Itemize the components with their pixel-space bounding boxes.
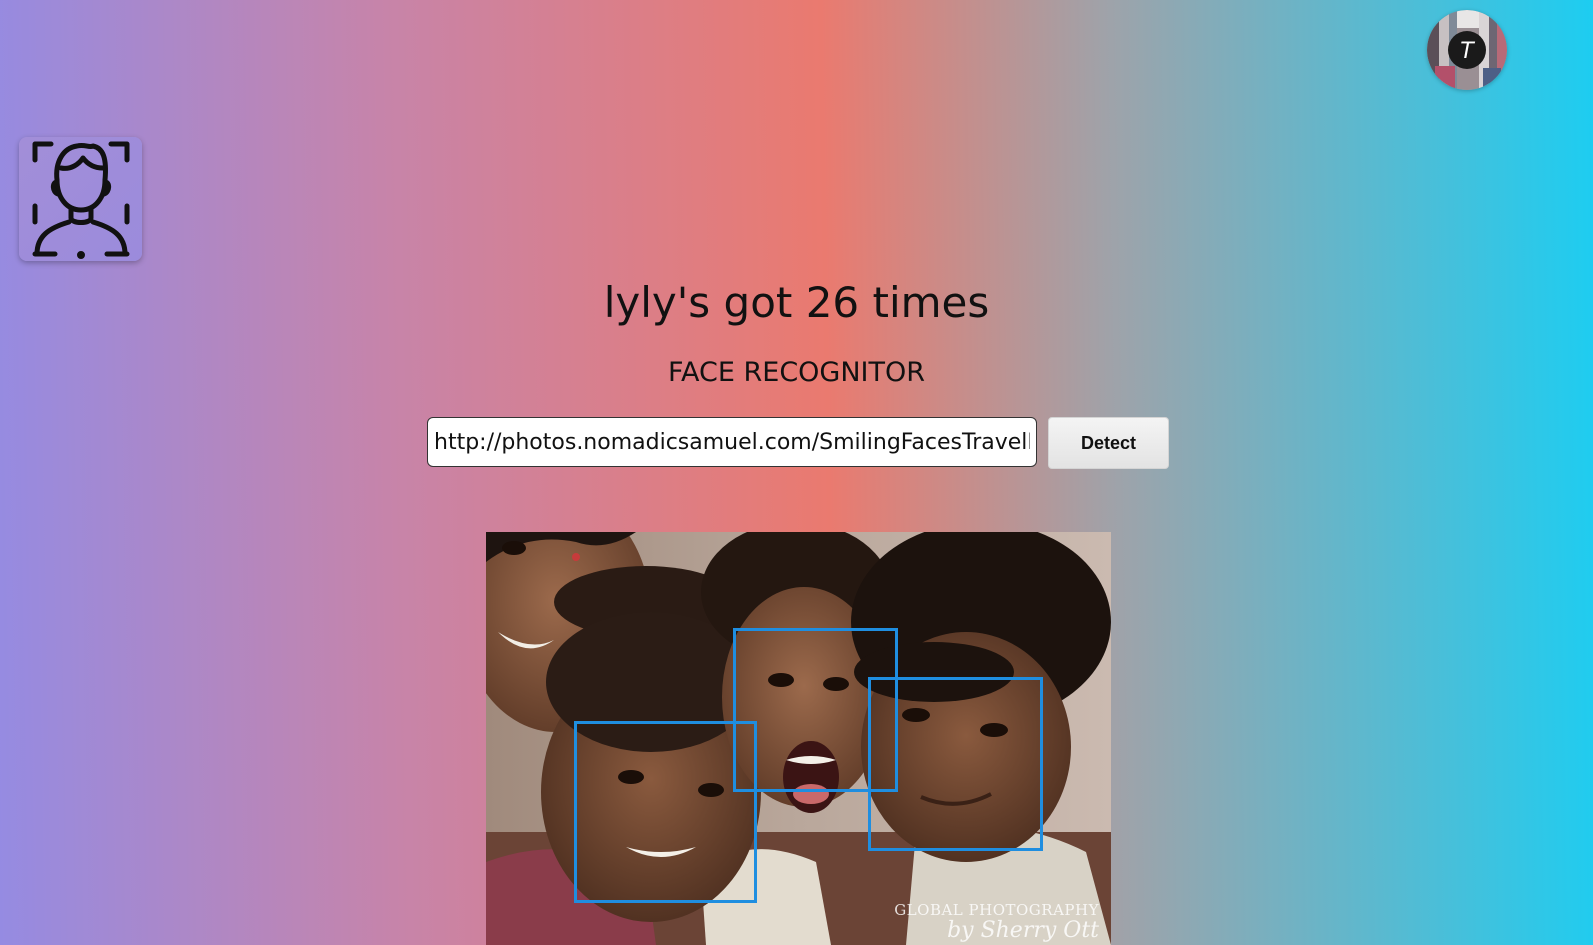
face-scan-icon: [32, 141, 129, 259]
image-url-input[interactable]: [427, 417, 1037, 467]
result-image: GLOBAL PHOTOGRAPHY by Sherry Ott: [486, 532, 1111, 945]
user-avatar-icon: T: [1427, 10, 1507, 90]
watermark-line-2: by Sherry Ott: [947, 917, 1099, 943]
app-subtitle: FACE RECOGNITOR: [667, 357, 926, 388]
watermark-line-1: GLOBAL PHOTOGRAPHY: [894, 901, 1099, 920]
detect-button[interactable]: Detect: [1048, 417, 1169, 469]
face-box-3: [574, 721, 757, 903]
face-scan-logo: [19, 137, 142, 261]
page-title: lyly's got 26 times: [603, 278, 990, 327]
photo-watermark: GLOBAL PHOTOGRAPHY by Sherry Ott: [894, 902, 1099, 943]
face-box-2: [868, 677, 1043, 851]
profile-avatar[interactable]: T: [1427, 10, 1507, 90]
avatar-initial: T: [1460, 39, 1475, 64]
